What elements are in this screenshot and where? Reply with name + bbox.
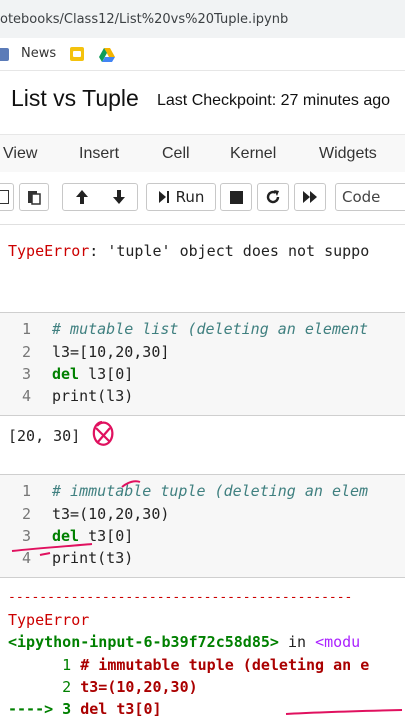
run-button[interactable]: Run: [146, 183, 216, 211]
traceback-line: ----> 3 del t3[0]: [8, 700, 162, 718]
line-number: 2: [22, 343, 32, 361]
line-number: 1: [22, 320, 32, 338]
traceback-error-name: TypeError: [8, 611, 90, 629]
toolbar: Run Code: [0, 172, 405, 225]
copy-button[interactable]: [0, 183, 14, 211]
notebook-title[interactable]: List vs Tuple: [11, 85, 139, 112]
last-checkpoint: Last Checkpoint: 27 minutes ago: [157, 92, 391, 109]
traceback-line: 1 # immutable tuple (deleting an e: [8, 656, 369, 674]
code-line[interactable]: print(l3): [52, 387, 133, 405]
keyword-del: del: [52, 365, 80, 383]
traceback-line-prefix: 1: [8, 656, 81, 674]
traceback-divider: ----------------------------------------…: [8, 590, 353, 605]
menu-widgets[interactable]: Widgets: [319, 145, 377, 163]
move-buttons-group: [62, 183, 138, 211]
traceback-input-ref: <ipython-input-6-b39f72c58d85>: [8, 633, 279, 651]
url-text[interactable]: otebooks/Class12/List%20vs%20Tuple.ipynb: [0, 12, 288, 27]
paste-button[interactable]: [19, 183, 49, 211]
browser-url-bar[interactable]: otebooks/Class12/List%20vs%20Tuple.ipynb: [0, 0, 405, 39]
handwritten-annotation-mark: [92, 420, 114, 446]
error-message: : 'tuple' object does not suppo: [89, 242, 370, 260]
menu-cell[interactable]: Cell: [162, 145, 190, 163]
traceback-line-prefix: ----> 3: [8, 700, 81, 718]
traceback-location: <ipython-input-6-b39f72c58d85> in <modu: [8, 633, 360, 651]
bookmarks-bar: News: [0, 38, 405, 71]
interrupt-button[interactable]: [220, 183, 252, 211]
move-up-button[interactable]: [75, 189, 89, 205]
cell-type-select[interactable]: Code: [335, 183, 405, 211]
line-number: 3: [22, 365, 32, 383]
menu-kernel[interactable]: Kernel: [230, 145, 276, 163]
run-icon: [158, 191, 169, 203]
menu-view[interactable]: View: [3, 145, 37, 163]
arrow-down-icon: [112, 190, 125, 204]
fast-forward-icon: [303, 191, 317, 203]
line-number: 4: [22, 387, 32, 405]
move-down-button[interactable]: [112, 189, 126, 205]
code-text: l3[0]: [79, 365, 134, 383]
top-error-output: TypeError: 'tuple' object does not suppo: [8, 242, 369, 260]
traceback-line-text: del t3[0]: [80, 700, 162, 718]
code-line[interactable]: l3=[10,20,30]: [52, 343, 169, 361]
drive-icon[interactable]: [99, 47, 115, 66]
handwritten-underline-annotation: [11, 480, 141, 556]
arrow-up-icon: [75, 190, 88, 204]
copy-icon: [0, 190, 9, 204]
code-line[interactable]: del l3[0]: [52, 365, 133, 383]
traceback-line: 2 t3=(10,20,30): [8, 678, 198, 696]
cell-output-list: [20, 30]: [8, 427, 81, 445]
stop-icon: [229, 190, 243, 204]
menu-insert[interactable]: Insert: [79, 145, 119, 163]
error-name: TypeError: [8, 242, 90, 260]
paste-icon: [28, 191, 41, 205]
restart-icon: [266, 190, 280, 204]
code-line[interactable]: # mutable list (deleting an element: [52, 320, 368, 338]
run-label: Run: [175, 188, 205, 206]
news-icon[interactable]: [0, 48, 9, 61]
traceback-in: in: [278, 633, 316, 651]
traceback-line-text: # immutable tuple (deleting an e: [80, 656, 370, 674]
run-all-button[interactable]: [294, 183, 326, 211]
handwritten-line-annotation: [285, 709, 403, 715]
bookmark-yellow-icon[interactable]: [70, 47, 84, 61]
cell-type-value: Code: [342, 188, 381, 206]
bookmark-news[interactable]: News: [21, 46, 56, 61]
menu-bar: View Insert Cell Kernel Widgets: [0, 134, 405, 174]
traceback-line-prefix: 2: [8, 678, 81, 696]
traceback-module: <modu: [315, 633, 361, 651]
traceback-line-text: t3=(10,20,30): [80, 678, 198, 696]
restart-button[interactable]: [257, 183, 289, 211]
